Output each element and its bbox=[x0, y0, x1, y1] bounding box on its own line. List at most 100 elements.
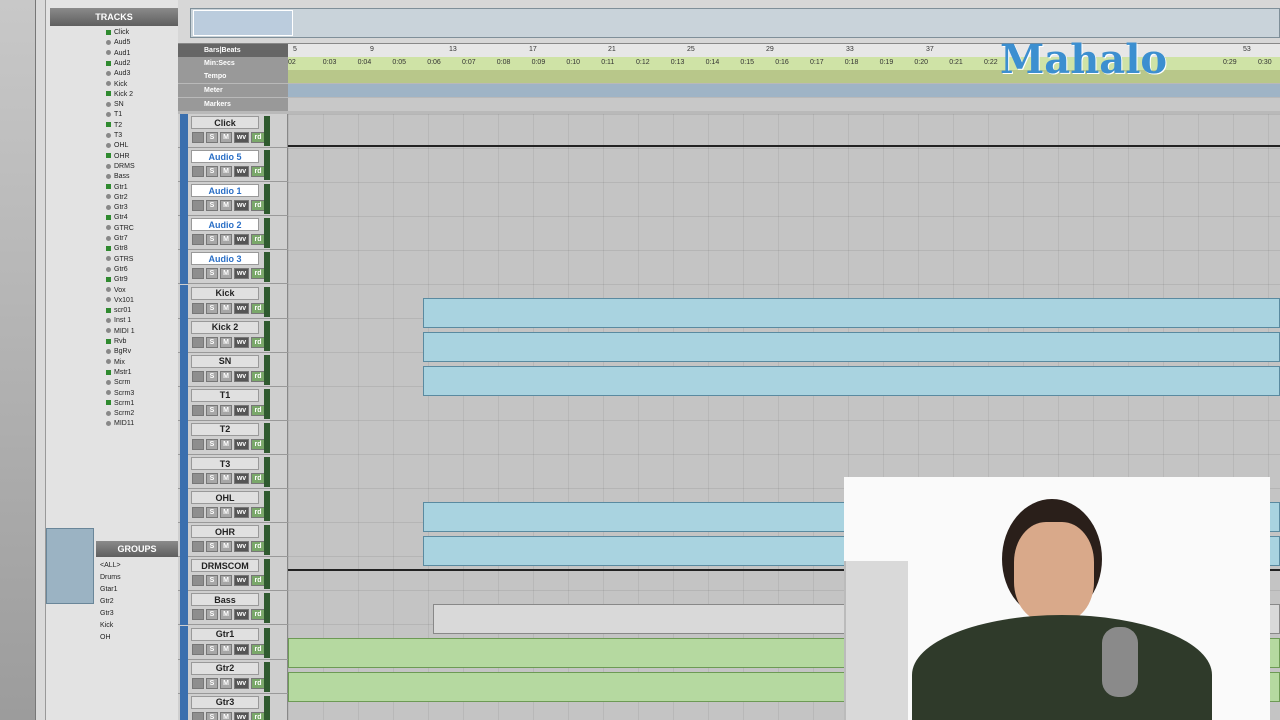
track-list-item[interactable]: SN bbox=[106, 100, 124, 110]
waveform-view-button[interactable]: wv bbox=[234, 438, 249, 450]
track-status-icon[interactable] bbox=[106, 235, 111, 241]
mute-button[interactable]: M bbox=[220, 234, 232, 246]
track-header[interactable]: OHL S Mwv rd bbox=[178, 489, 288, 524]
automation-read-button[interactable]: rd bbox=[251, 473, 265, 484]
track-list-item[interactable]: scr01 bbox=[106, 306, 131, 316]
track-name[interactable]: SN bbox=[191, 354, 259, 368]
track-list-item[interactable]: Scrm bbox=[106, 378, 130, 388]
solo-button[interactable]: S bbox=[206, 711, 218, 720]
solo-button[interactable]: S bbox=[206, 575, 218, 587]
track-header[interactable]: T3 S Mwv rd bbox=[178, 455, 288, 489]
track-status-icon[interactable] bbox=[106, 307, 111, 313]
track-status-icon[interactable] bbox=[106, 338, 111, 344]
track-list-item[interactable]: Gtr6 bbox=[106, 265, 128, 275]
automation-read-button[interactable]: rd bbox=[251, 200, 265, 212]
track-status-icon[interactable] bbox=[106, 70, 111, 76]
track-header[interactable]: Kick 2 S Mwv rd bbox=[178, 318, 288, 353]
track-list-item[interactable]: Vx101 bbox=[106, 296, 134, 306]
track-status-icon[interactable] bbox=[106, 163, 111, 169]
mute-button[interactable]: M bbox=[220, 132, 232, 143]
waveform-view-button[interactable]: wv bbox=[234, 200, 249, 212]
mute-button[interactable]: M bbox=[220, 541, 232, 553]
waveform-view-button[interactable]: wv bbox=[234, 609, 249, 621]
automation-read-button[interactable]: rd bbox=[251, 132, 265, 143]
track-list-item[interactable]: T2 bbox=[106, 121, 122, 131]
kick-clip[interactable] bbox=[423, 298, 1280, 328]
track-name[interactable]: Audio 3 bbox=[191, 252, 259, 266]
track-list-item[interactable]: DRMS bbox=[106, 162, 135, 172]
track-header[interactable]: OHR S Mwv rd bbox=[178, 523, 288, 558]
waveform-view-button[interactable]: wv bbox=[234, 541, 249, 553]
waveform-view-button[interactable]: wv bbox=[234, 575, 249, 587]
record-arm-button[interactable] bbox=[192, 677, 204, 689]
waveform-view-button[interactable]: wv bbox=[234, 132, 249, 143]
mute-button[interactable]: M bbox=[220, 336, 232, 348]
track-list-item[interactable]: Scrm1 bbox=[106, 399, 134, 409]
track-status-icon[interactable] bbox=[106, 421, 111, 427]
mute-button[interactable]: M bbox=[220, 404, 232, 416]
record-arm-button[interactable] bbox=[192, 711, 204, 720]
mute-button[interactable]: M bbox=[220, 507, 232, 519]
track-status-icon[interactable] bbox=[106, 215, 111, 221]
track-status-icon[interactable] bbox=[106, 379, 111, 385]
waveform-view-button[interactable]: wv bbox=[234, 507, 249, 519]
solo-button[interactable]: S bbox=[206, 643, 218, 655]
markers-ruler[interactable]: Markers bbox=[178, 98, 1280, 111]
track-status-icon[interactable] bbox=[106, 400, 111, 406]
track-list-item[interactable]: MID11 bbox=[106, 419, 134, 429]
track-list-item[interactable]: Aud1 bbox=[106, 49, 130, 59]
track-list-item[interactable]: Gtr9 bbox=[106, 275, 128, 285]
track-list-item[interactable]: Vox bbox=[106, 286, 126, 296]
track-status-icon[interactable] bbox=[106, 60, 111, 66]
track-list-item[interactable]: Mix bbox=[106, 358, 125, 368]
track-list-item[interactable]: Aud2 bbox=[106, 59, 130, 69]
waveform-view-button[interactable]: wv bbox=[234, 404, 249, 416]
solo-button[interactable]: S bbox=[206, 132, 218, 143]
solo-button[interactable]: S bbox=[206, 609, 218, 621]
waveform-view-button[interactable]: wv bbox=[234, 473, 249, 484]
track-list-item[interactable]: GTRC bbox=[106, 224, 134, 234]
track-status-icon[interactable] bbox=[106, 266, 111, 272]
track-list-item[interactable]: Scrm2 bbox=[106, 409, 134, 419]
track-list-item[interactable]: OHL bbox=[106, 141, 128, 151]
track-list-item[interactable]: Gtr7 bbox=[106, 234, 128, 244]
track-list-item[interactable]: Bass bbox=[106, 172, 130, 182]
track-status-icon[interactable] bbox=[106, 328, 111, 334]
automation-read-button[interactable]: rd bbox=[251, 677, 265, 689]
waveform-view-button[interactable]: wv bbox=[234, 711, 249, 720]
track-status-icon[interactable] bbox=[106, 276, 111, 282]
record-arm-button[interactable] bbox=[192, 234, 204, 246]
waveform-view-button[interactable]: wv bbox=[234, 302, 249, 314]
track-status-icon[interactable] bbox=[106, 410, 111, 416]
group-item[interactable]: Drums bbox=[100, 573, 121, 583]
waveform-view-button[interactable]: wv bbox=[234, 677, 249, 689]
track-header[interactable]: Click S Mwv rd bbox=[178, 114, 288, 148]
track-header[interactable]: Audio 3 S Mwv rd bbox=[178, 250, 288, 285]
automation-read-button[interactable]: rd bbox=[251, 575, 265, 587]
record-arm-button[interactable] bbox=[192, 302, 204, 314]
record-arm-button[interactable] bbox=[192, 370, 204, 382]
track-name[interactable]: Gtr2 bbox=[191, 661, 259, 675]
track-name[interactable]: Audio 5 bbox=[191, 150, 259, 164]
waveform-view-button[interactable]: wv bbox=[234, 268, 249, 280]
solo-button[interactable]: S bbox=[206, 507, 218, 519]
record-arm-button[interactable] bbox=[192, 132, 204, 143]
mute-button[interactable]: M bbox=[220, 166, 232, 178]
track-name[interactable]: DRMSCOM bbox=[191, 559, 259, 573]
group-item[interactable]: Gtar1 bbox=[100, 585, 118, 595]
automation-read-button[interactable]: rd bbox=[251, 268, 265, 280]
automation-read-button[interactable]: rd bbox=[251, 507, 265, 519]
track-status-icon[interactable] bbox=[106, 194, 111, 200]
groups-title[interactable]: GROUPS bbox=[96, 541, 178, 557]
mute-button[interactable]: M bbox=[220, 370, 232, 382]
mute-button[interactable]: M bbox=[220, 711, 232, 720]
track-list-item[interactable]: OHR bbox=[106, 152, 130, 162]
track-status-icon[interactable] bbox=[106, 256, 111, 262]
mute-button[interactable]: M bbox=[220, 438, 232, 450]
solo-button[interactable]: S bbox=[206, 438, 218, 450]
track-list-item[interactable]: Kick 2 bbox=[106, 90, 133, 100]
track-list-item[interactable]: Gtr1 bbox=[106, 183, 128, 193]
solo-button[interactable]: S bbox=[206, 200, 218, 212]
track-status-icon[interactable] bbox=[106, 245, 111, 251]
track-status-icon[interactable] bbox=[106, 348, 111, 354]
